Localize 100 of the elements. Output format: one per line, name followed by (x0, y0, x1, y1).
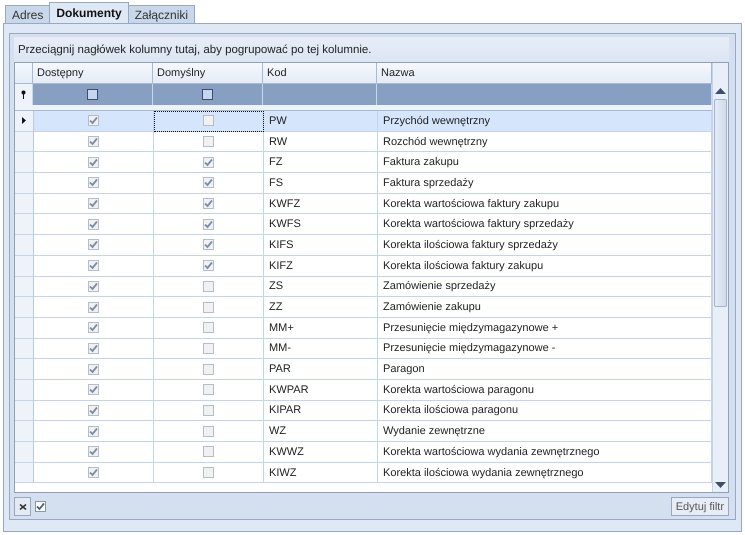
column-header[interactable]: Kod (263, 63, 377, 84)
checkbox[interactable] (88, 342, 99, 354)
checkbox[interactable] (203, 446, 214, 458)
table-cell: Faktura sprzedaży (378, 173, 712, 194)
table-cell: MM- (264, 338, 378, 360)
row-indicator[interactable] (15, 111, 34, 132)
table-cell: Korekta ilościowa wydania zewnętrznego (378, 462, 712, 484)
checkbox[interactable] (203, 115, 214, 126)
scroll-thumb[interactable] (714, 99, 727, 307)
table-row[interactable]: KWFS Korekta wartościowa faktury sprzedaży (15, 214, 712, 236)
table-row[interactable]: KIPAR Korekta ilościowa paragonu (15, 400, 712, 422)
checkbox[interactable] (203, 177, 214, 188)
checkbox[interactable] (203, 136, 214, 148)
checkbox[interactable] (203, 342, 214, 354)
table-cell: KIFZ (264, 256, 378, 276)
tab[interactable]: Dokumenty (49, 2, 129, 23)
table-row[interactable]: ZS Zamówienie sprzedaży (15, 276, 712, 298)
table-cell: Korekta wartościowa wydania zewnętrznego (378, 442, 712, 463)
table-cell: WZ (264, 421, 378, 442)
table-cell: RW (264, 132, 378, 152)
table-row[interactable]: RW Rozchód wewnętrzny (15, 132, 712, 152)
filter-checkbox[interactable] (202, 89, 213, 100)
scrollbar[interactable] (712, 63, 728, 492)
checkbox[interactable] (88, 177, 99, 188)
edit-filter-button[interactable]: Edytuj filtr (670, 497, 729, 516)
checkbox[interactable] (203, 260, 214, 272)
clear-filter-button[interactable] (14, 497, 31, 516)
filter-cell[interactable] (33, 84, 153, 105)
pin-icon (20, 90, 27, 99)
checkbox[interactable] (203, 364, 214, 375)
checkbox[interactable] (88, 384, 99, 396)
checkbox[interactable] (203, 302, 214, 313)
table-row[interactable]: MM- Przesunięcie międzymagazynowe - (15, 338, 712, 360)
table-row[interactable]: FS Faktura sprzedaży (15, 173, 712, 194)
checkbox[interactable] (203, 384, 214, 396)
checkbox[interactable] (203, 467, 214, 478)
filter-enabled-checkbox[interactable] (35, 501, 46, 512)
table-cell: Rozchód wewnętrzny (378, 132, 712, 152)
checkbox[interactable] (88, 446, 99, 458)
filter-checkbox[interactable] (87, 89, 98, 100)
checkbox[interactable] (88, 280, 99, 292)
table-cell: KWPAR (264, 380, 378, 401)
checkbox[interactable] (88, 426, 99, 437)
column-header[interactable]: Domyślny (153, 63, 263, 84)
filter-cell[interactable] (377, 84, 712, 105)
checkbox[interactable] (88, 115, 99, 126)
checkbox[interactable] (203, 280, 214, 292)
checkbox[interactable] (88, 302, 99, 313)
checkbox[interactable] (88, 404, 99, 416)
checkbox[interactable] (88, 239, 99, 250)
table-row[interactable]: KWWZ Korekta wartościowa wydania zewnętrznego (15, 442, 712, 463)
filter-cell[interactable] (263, 84, 377, 105)
table-row[interactable]: FZ Faktura zakupu (15, 152, 712, 174)
table-row[interactable]: PAR Paragon (15, 359, 712, 380)
table-cell: Korekta ilościowa paragonu (378, 400, 712, 422)
table-row[interactable]: KIFZ Korekta ilościowa faktury zakupu (15, 256, 712, 276)
table-cell: Przesunięcie międzymagazynowe + (378, 318, 712, 339)
table-row[interactable]: KIFS Korekta ilościowa faktury sprzedaży (15, 235, 712, 256)
checkbox[interactable] (203, 239, 214, 250)
checkbox[interactable] (88, 364, 99, 375)
table-row[interactable]: KWPAR Korekta wartościowa paragonu (15, 380, 712, 401)
tab[interactable]: Załączniki (128, 5, 196, 23)
table-row[interactable]: KWFZ Korekta wartościowa faktury zakupu (15, 194, 712, 214)
checkbox[interactable] (88, 467, 99, 478)
table-cell: Wydanie zewnętrzne (378, 421, 712, 442)
scroll-down-icon[interactable] (715, 482, 726, 488)
tab[interactable]: Adres (5, 5, 50, 23)
scroll-up-icon[interactable] (715, 88, 726, 94)
table-row[interactable]: ZZ Zamówienie zakupu (15, 297, 712, 318)
column-header[interactable]: Nazwa (377, 63, 712, 84)
checkbox[interactable] (88, 260, 99, 272)
checkbox[interactable] (203, 404, 214, 416)
table-cell: ZZ (264, 297, 378, 318)
checkbox[interactable] (203, 198, 214, 210)
table-row[interactable]: KIWZ Korekta ilościowa wydania zewnętrznego (15, 462, 712, 484)
checkbox[interactable] (203, 156, 214, 168)
checkbox[interactable] (88, 198, 99, 210)
table-cell: Paragon (378, 359, 712, 380)
table-cell: ZS (264, 276, 378, 298)
table-cell: Korekta ilościowa faktury sprzedaży (378, 235, 712, 256)
table-cell: KIPAR (264, 400, 378, 422)
table-cell: Korekta ilościowa faktury zakupu (378, 256, 712, 276)
checkbox[interactable] (88, 218, 99, 230)
checkbox[interactable] (203, 218, 214, 230)
table-row[interactable]: PW Przychód wewnętrzny (15, 111, 712, 132)
table-row[interactable]: WZ Wydanie zewnętrzne (15, 421, 712, 442)
table-cell: FZ (264, 152, 378, 174)
table-cell: KWFS (264, 214, 378, 236)
checkbox[interactable] (88, 136, 99, 148)
table-row[interactable]: MM+ Przesunięcie międzymagazynowe + (15, 318, 712, 339)
checkbox[interactable] (88, 156, 99, 168)
checkbox[interactable] (203, 426, 214, 437)
checkbox[interactable] (203, 322, 214, 334)
checkbox[interactable] (88, 322, 99, 334)
table-cell: Zamówienie zakupu (378, 297, 712, 318)
table-cell: FS (264, 173, 378, 194)
column-header[interactable]: Dostępny (33, 63, 153, 84)
table-cell: Zamówienie sprzedaży (378, 276, 712, 298)
filter-cell[interactable] (153, 84, 263, 105)
group-panel-hint: Przeciągnij nagłówek kolumny tutaj, aby pogrupować po tej kolumnie. (18, 44, 372, 56)
